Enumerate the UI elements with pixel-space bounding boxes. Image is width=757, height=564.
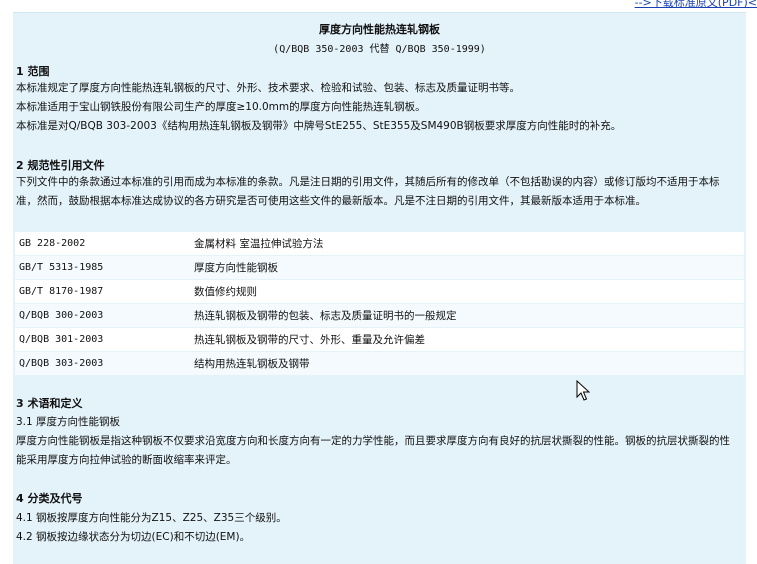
reference-code: GB/T 8170-1987: [15, 279, 190, 304]
standard-document: 厚度方向性能热连轧钢板 (Q/BQB 350-2003 代替 Q/BQB 350…: [13, 12, 746, 564]
section-3-heading: 3 术语和定义: [16, 397, 83, 410]
table-row: GB/T 5313-1985 厚度方向性能钢板: [15, 255, 744, 280]
section-1-paragraph-1: 本标准规定了厚度方向性能热连轧钢板的尺寸、外形、技术要求、检验和试验、包装、标志…: [16, 82, 520, 94]
section-4-paragraph-1: 4.1 钢板按厚度方向性能分为Z15、Z25、Z35三个级别。: [16, 512, 287, 524]
document-title: 厚度方向性能热连轧钢板: [319, 23, 440, 36]
table-row: Q/BQB 300-2003 热连轧钢板及钢带的包装、标志及质量证明书的一般规定: [15, 303, 744, 328]
table-row: Q/BQB 303-2003 结构用热连轧钢板及钢带: [15, 351, 744, 376]
document-subtitle: (Q/BQB 350-2003 代替 Q/BQB 350-1999): [273, 44, 486, 55]
download-pdf-link[interactable]: -->下载标准原文(PDF)<: [635, 0, 757, 10]
table-row: GB/T 8170-1987 数值修约规则: [15, 279, 744, 304]
top-bar: -->下载标准原文(PDF)<: [0, 0, 757, 10]
reference-code: Q/BQB 303-2003: [15, 351, 190, 376]
table-row: GB 228-2002 金属材料 室温拉伸试验方法: [15, 232, 744, 256]
section-2-heading: 2 规范性引用文件: [16, 159, 105, 172]
reference-title: 数值修约规则: [190, 279, 744, 304]
mouse-pointer-icon: [576, 380, 590, 401]
reference-title: 厚度方向性能钢板: [190, 255, 744, 280]
section-3-paragraph: 厚度方向性能钢板是指这种钢板不仅要求沿宽度方向和长度方向有一定的力学性能，而且要…: [16, 435, 730, 466]
reference-title: 热连轧钢板及钢带的包装、标志及质量证明书的一般规定: [190, 303, 744, 328]
section-1-paragraph-2: 本标准适用于宝山钢铁股份有限公司生产的厚度≥10.0mm的厚度方向性能热连轧钢板…: [16, 101, 426, 113]
section-1-heading: 1 范围: [16, 65, 50, 78]
reference-title: 热连轧钢板及钢带的尺寸、外形、重量及允许偏差: [190, 327, 744, 352]
reference-code: GB 228-2002: [15, 232, 190, 256]
section-4-heading: 4 分类及代号: [16, 492, 83, 505]
reference-code: GB/T 5313-1985: [15, 255, 190, 280]
reference-code: Q/BQB 300-2003: [15, 303, 190, 328]
section-1-paragraph-3: 本标准是对Q/BQB 303-2003《结构用热连轧钢板及钢带》中牌号StE25…: [16, 120, 622, 132]
section-3-subheading: 3.1 厚度方向性能钢板: [16, 416, 121, 428]
table-row: Q/BQB 301-2003 热连轧钢板及钢带的尺寸、外形、重量及允许偏差: [15, 327, 744, 352]
section-4-paragraph-2: 4.2 钢板按边缘状态分为切边(EC)和不切边(EM)。: [16, 531, 251, 543]
section-2-paragraph: 下列文件中的条款通过本标准的引用而成为本标准的条款。凡是注日期的引用文件，其随后…: [16, 176, 720, 207]
reference-title: 金属材料 室温拉伸试验方法: [190, 232, 744, 256]
normative-references-table: GB 228-2002 金属材料 室温拉伸试验方法 GB/T 5313-1985…: [15, 232, 744, 376]
reference-title: 结构用热连轧钢板及钢带: [190, 351, 744, 376]
reference-code: Q/BQB 301-2003: [15, 327, 190, 352]
